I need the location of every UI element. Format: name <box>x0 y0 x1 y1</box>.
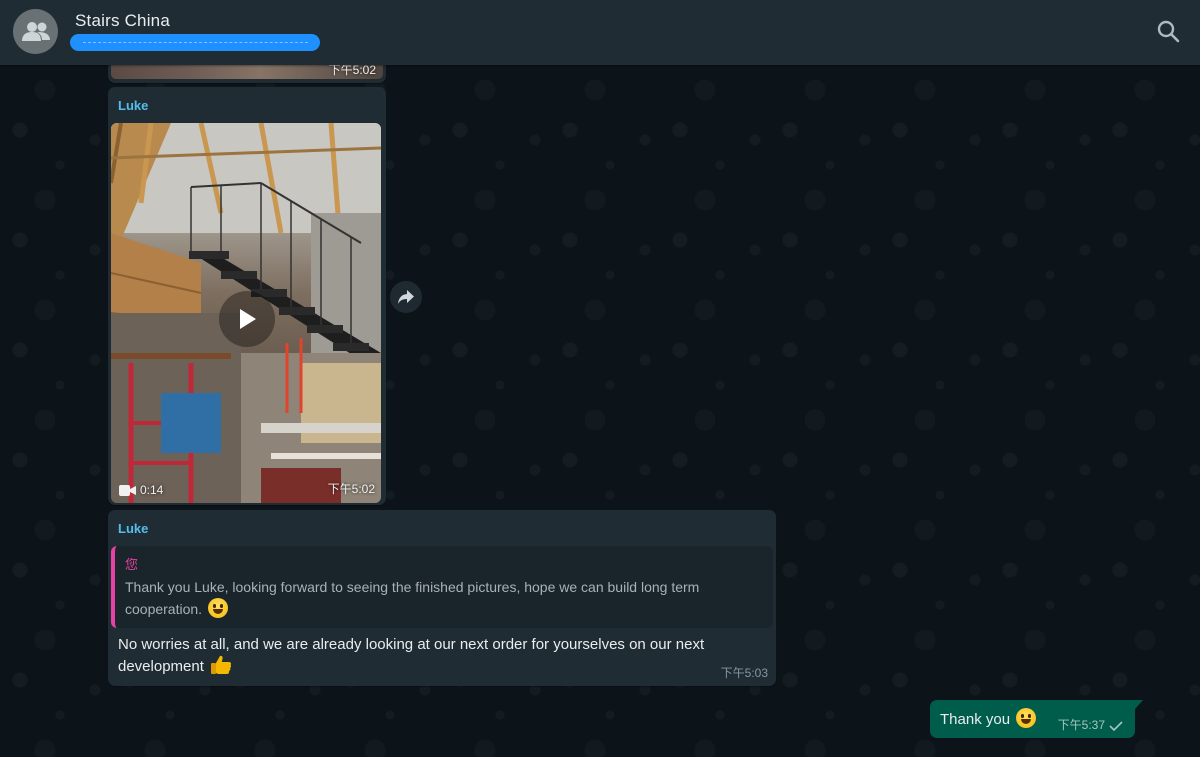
video-duration: 0:14 <box>140 483 164 497</box>
chat-title[interactable]: Stairs China <box>75 11 170 31</box>
sender-name[interactable]: Luke <box>118 98 148 113</box>
message-text: No worries at all, and we are already lo… <box>118 636 705 675</box>
sender-name[interactable]: Luke <box>118 521 148 536</box>
video-camera-icon <box>119 484 136 496</box>
group-avatar[interactable] <box>13 9 58 54</box>
message-time: 下午5:03 <box>720 666 768 680</box>
message-time: 下午5:02 <box>327 482 375 496</box>
quoted-text: Thank you Luke, looking forward to seein… <box>125 579 700 618</box>
smiley-emoji-icon <box>1016 708 1037 728</box>
message-text: Thank you <box>940 708 1037 728</box>
reply-message[interactable]: Luke 您 Thank you Luke, looking forward t… <box>108 510 776 686</box>
quoted-message[interactable]: 您 Thank you Luke, looking forward to see… <box>111 546 773 628</box>
video-thumbnail[interactable]: 0:14 下午5:02 <box>111 123 381 503</box>
sent-check-icon <box>1109 721 1123 731</box>
search-icon <box>1157 20 1180 43</box>
forward-icon <box>398 290 414 304</box>
play-button[interactable] <box>219 291 275 347</box>
chat-subtitle-redacted <box>70 34 320 51</box>
video-meta: 0:14 <box>119 483 163 497</box>
quoted-author: 您 <box>125 557 139 572</box>
group-icon <box>21 21 50 41</box>
message-time: 下午5:37 <box>1057 718 1105 732</box>
outgoing-message[interactable]: Thank you 下午5:37 <box>930 700 1143 738</box>
thumbs-up-emoji-icon <box>211 655 232 674</box>
search-button[interactable] <box>1156 19 1182 45</box>
video-message[interactable]: Luke 0:14 下午5:02 <box>108 87 386 505</box>
forward-button[interactable] <box>390 281 422 313</box>
play-icon <box>240 309 256 329</box>
smiley-emoji-icon <box>207 598 228 618</box>
chat-header: Stairs China <box>0 0 1200 65</box>
